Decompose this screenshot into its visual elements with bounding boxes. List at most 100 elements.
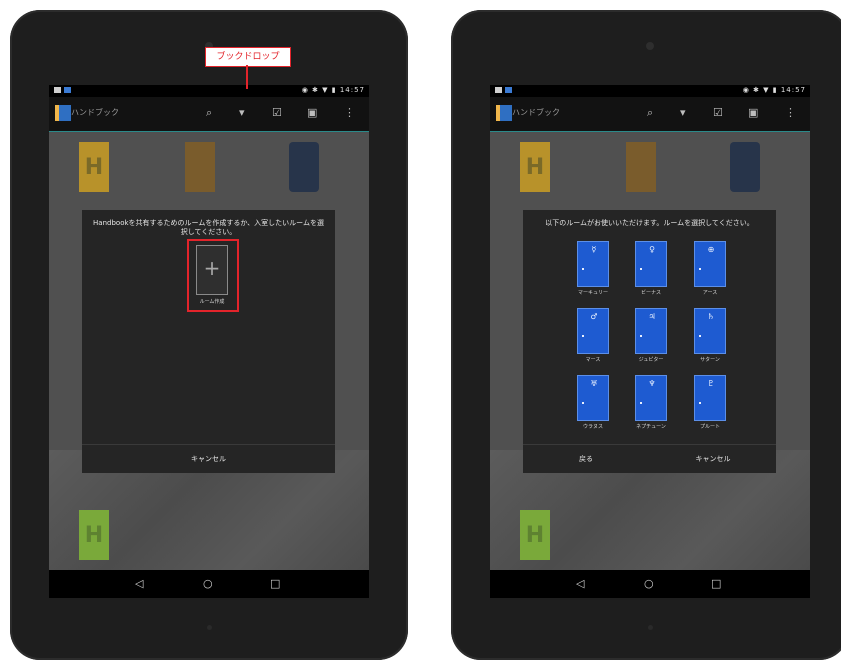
- door-knob: [640, 335, 642, 337]
- door-panel: ☿: [577, 241, 609, 287]
- planet-symbol-icon: ♃: [648, 312, 656, 321]
- room-name: ジュピター: [638, 357, 664, 363]
- back-button[interactable]: 戻る: [523, 445, 649, 473]
- door-panel: ♂: [577, 308, 609, 354]
- room-door[interactable]: ☿ マーキュリー: [577, 241, 609, 297]
- planet-symbol-icon: ♇: [707, 379, 715, 388]
- planet-symbol-icon: ♄: [707, 312, 715, 321]
- recents-icon[interactable]: □: [270, 577, 280, 590]
- room-door[interactable]: ♂ マース: [577, 308, 609, 364]
- status-icons: ◉ ✱ ▼ ▮: [301, 86, 340, 94]
- door-knob: [640, 268, 642, 270]
- overflow-menu-icon[interactable]: ⋮: [344, 106, 355, 119]
- book-thumbnail-beer: [185, 142, 215, 192]
- book-drop-icon[interactable]: ▾: [239, 106, 245, 119]
- planet-symbol-icon: ♆: [648, 379, 656, 388]
- front-camera: [646, 42, 654, 50]
- room-door[interactable]: ♅ ウラヌス: [577, 375, 609, 431]
- app-notification-icon: [505, 87, 512, 93]
- search-icon[interactable]: ⌕: [206, 106, 212, 120]
- room-door[interactable]: ♀ ビーナス: [635, 241, 667, 297]
- door-panel: ⊕: [694, 241, 726, 287]
- status-time: 14:57: [339, 86, 365, 94]
- door-knob: [699, 335, 701, 337]
- status-bar: ◉ ✱ ▼ ▮ 14:57: [490, 85, 810, 97]
- door-knob: [699, 268, 701, 270]
- app-bar: ハンドブック ⌕ ▾ ☑ ▣ ⋮: [490, 97, 810, 132]
- room-name: プルート: [699, 424, 720, 430]
- screenshot-notification-icon: [54, 87, 61, 93]
- planet-symbol-icon: ⊕: [707, 245, 715, 254]
- book-drop-icon[interactable]: ▾: [680, 106, 686, 119]
- room-door[interactable]: ♄ サターン: [694, 308, 726, 364]
- cancel-button[interactable]: キャンセル: [82, 445, 335, 473]
- door-knob: [582, 335, 584, 337]
- room-name: ネプチューン: [636, 424, 666, 430]
- room-name: サターン: [700, 357, 720, 363]
- tablet-right: ◉ ✱ ▼ ▮ 14:57 ハンドブック ⌕ ▾ ☑ ▣ ⋮ H H 以下のルー…: [451, 10, 841, 660]
- book-drop-callout: ブックドロップ: [205, 47, 291, 67]
- door-knob: [640, 402, 642, 404]
- search-icon[interactable]: ⌕: [647, 106, 653, 120]
- room-create-dialog: Handbookを共有するためのルームを作成するか、入室したいルームを選択してく…: [82, 210, 335, 473]
- dialog-footer: キャンセル: [82, 444, 335, 473]
- back-icon[interactable]: ◁: [576, 577, 584, 590]
- home-icon[interactable]: ○: [644, 577, 654, 590]
- recents-icon[interactable]: □: [711, 577, 721, 590]
- room-door[interactable]: ⊕ アース: [694, 241, 726, 297]
- door-panel: ♆: [635, 375, 667, 421]
- planet-symbol-icon: ♅: [590, 379, 598, 388]
- room-door[interactable]: ♃ ジュピター: [635, 308, 667, 364]
- navigation-bar: ◁ ○ □: [490, 570, 810, 598]
- back-icon[interactable]: ◁: [135, 577, 143, 590]
- book-thumbnail-handbook: H: [520, 142, 550, 192]
- book-thumbnail-handbook-2: H: [79, 510, 109, 560]
- light-sensor: [207, 625, 212, 630]
- door-panel: ♄: [694, 308, 726, 354]
- highlight-box: [187, 239, 239, 312]
- door-knob: [699, 402, 701, 404]
- app-icon[interactable]: [496, 105, 512, 121]
- door-knob: [582, 268, 584, 270]
- screen-left: ◉ ✱ ▼ ▮ 14:57 ハンドブック ⌕ ▾ ☑ ▣ ⋮ H H Handb…: [49, 85, 369, 598]
- door-panel: ♇: [694, 375, 726, 421]
- book-thumbnail-handbook-2: H: [520, 510, 550, 560]
- room-door[interactable]: ♇ プルート: [694, 375, 726, 431]
- screenshot-notification-icon: [495, 87, 502, 93]
- status-time: 14:57: [780, 86, 806, 94]
- planet-symbol-icon: ☿: [591, 245, 597, 254]
- planet-symbol-icon: ♀: [649, 245, 655, 254]
- dialog-message: Handbookを共有するためのルームを作成するか、入室したいルームを選択してく…: [93, 219, 324, 236]
- app-title: ハンドブック: [71, 108, 119, 117]
- book-thumbnail-earth: [289, 142, 319, 192]
- status-bar: ◉ ✱ ▼ ▮ 14:57: [49, 85, 369, 97]
- book-thumbnail-beer: [626, 142, 656, 192]
- app-icon[interactable]: [55, 105, 71, 121]
- door-panel: ♀: [635, 241, 667, 287]
- rooms-icon[interactable]: ▣: [307, 106, 317, 119]
- checkbox-icon[interactable]: ☑: [272, 106, 282, 119]
- book-thumbnail-earth: [730, 142, 760, 192]
- checkbox-icon[interactable]: ☑: [713, 106, 723, 119]
- cancel-button[interactable]: キャンセル: [650, 445, 776, 473]
- door-knob: [582, 402, 584, 404]
- navigation-bar: ◁ ○ □: [49, 570, 369, 598]
- app-bar: ハンドブック ⌕ ▾ ☑ ▣ ⋮: [49, 97, 369, 132]
- room-name: ウラヌス: [582, 424, 603, 430]
- room-door[interactable]: ♆ ネプチューン: [635, 375, 667, 431]
- room-name: アース: [702, 290, 718, 296]
- app-notification-icon: [64, 87, 71, 93]
- light-sensor: [648, 625, 653, 630]
- screen-right: ◉ ✱ ▼ ▮ 14:57 ハンドブック ⌕ ▾ ☑ ▣ ⋮ H H 以下のルー…: [490, 85, 810, 598]
- room-name: マーキュリー: [577, 290, 608, 296]
- status-icons: ◉ ✱ ▼ ▮: [742, 86, 781, 94]
- home-icon[interactable]: ○: [203, 577, 213, 590]
- room-select-dialog: 以下のルームがお使いいただけます。ルームを選択してください。 ☿ マーキュリー ♀ ビ…: [523, 210, 776, 473]
- door-panel: ♃: [635, 308, 667, 354]
- room-name: マース: [585, 357, 601, 363]
- callout-pointer: [246, 65, 248, 89]
- room-name: ビーナス: [640, 290, 661, 296]
- dialog-footer: 戻る キャンセル: [523, 444, 776, 473]
- overflow-menu-icon[interactable]: ⋮: [785, 106, 796, 119]
- rooms-icon[interactable]: ▣: [748, 106, 758, 119]
